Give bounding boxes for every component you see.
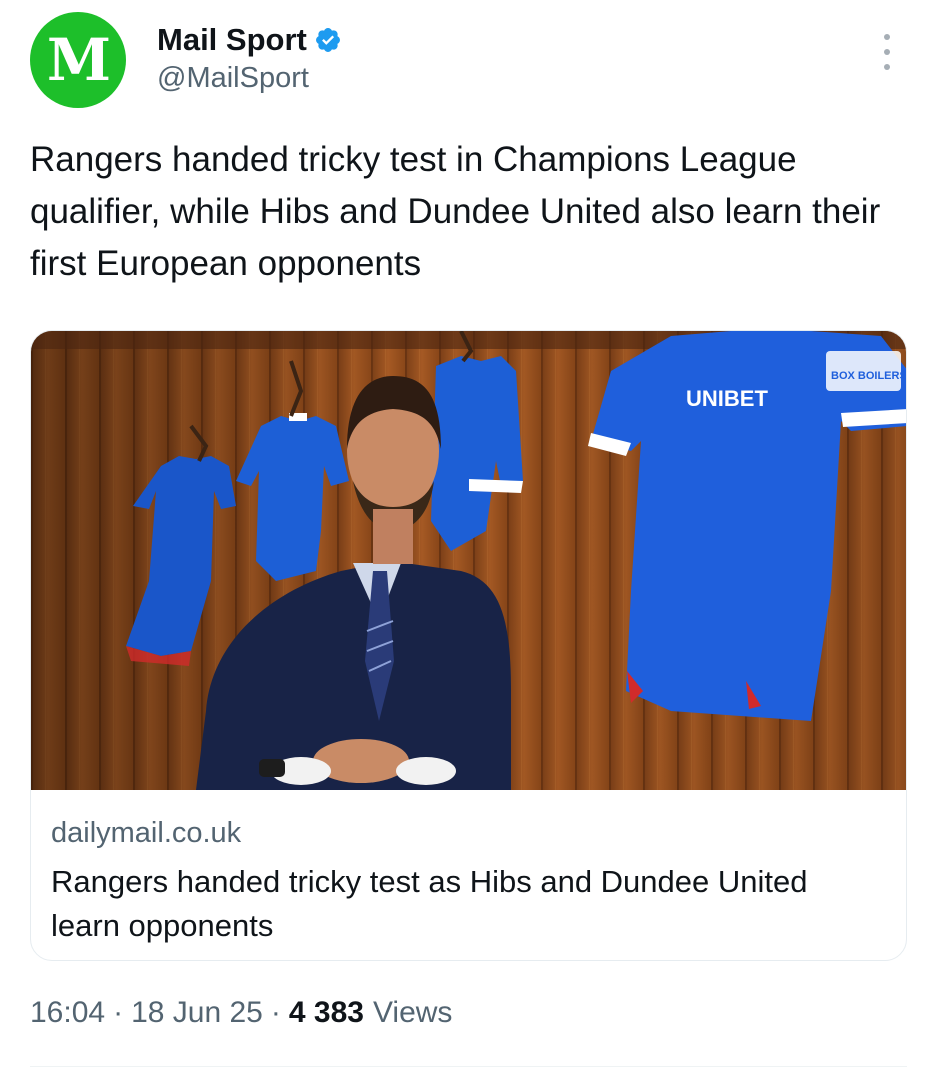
meta-separator: ·: [113, 996, 124, 1029]
more-dot: [884, 34, 890, 40]
article-image[interactable]: UNIBET BOX BOILERS: [31, 331, 907, 790]
views-label: Views: [372, 996, 453, 1029]
shirt-sleeve-sponsor-text: BOX BOILERS: [831, 370, 907, 382]
more-dot: [884, 64, 890, 70]
link-preview-card[interactable]: UNIBET BOX BOILERS dailymail.co.uk Range…: [30, 330, 907, 961]
more-dot: [884, 49, 890, 55]
tweet-text: Rangers handed tricky test in Champions …: [30, 140, 881, 283]
divider: [30, 1066, 907, 1067]
views-count: 4 383: [288, 996, 364, 1029]
shirt-sponsor-text: UNIBET: [686, 386, 768, 411]
card-domain[interactable]: dailymail.co.uk: [51, 817, 241, 850]
tweet-meta: 16:04 · 18 Jun 25 · 4 383 Views: [30, 996, 452, 1030]
display-name[interactable]: Mail Sport: [157, 22, 307, 58]
tweet-time[interactable]: 16:04: [30, 996, 105, 1030]
card-title[interactable]: Rangers handed tricky test as Hibs and D…: [51, 860, 881, 948]
avatar[interactable]: M: [30, 12, 126, 108]
tweet-date[interactable]: 18 Jun 25: [131, 996, 263, 1030]
mail-logo-icon: M: [46, 26, 111, 94]
verified-badge-icon: [315, 28, 340, 52]
meta-separator: ·: [270, 996, 281, 1029]
author-name-row: Mail Sport: [157, 22, 342, 58]
more-options-icon[interactable]: [878, 34, 896, 70]
author-handle[interactable]: @MailSport: [157, 62, 309, 95]
